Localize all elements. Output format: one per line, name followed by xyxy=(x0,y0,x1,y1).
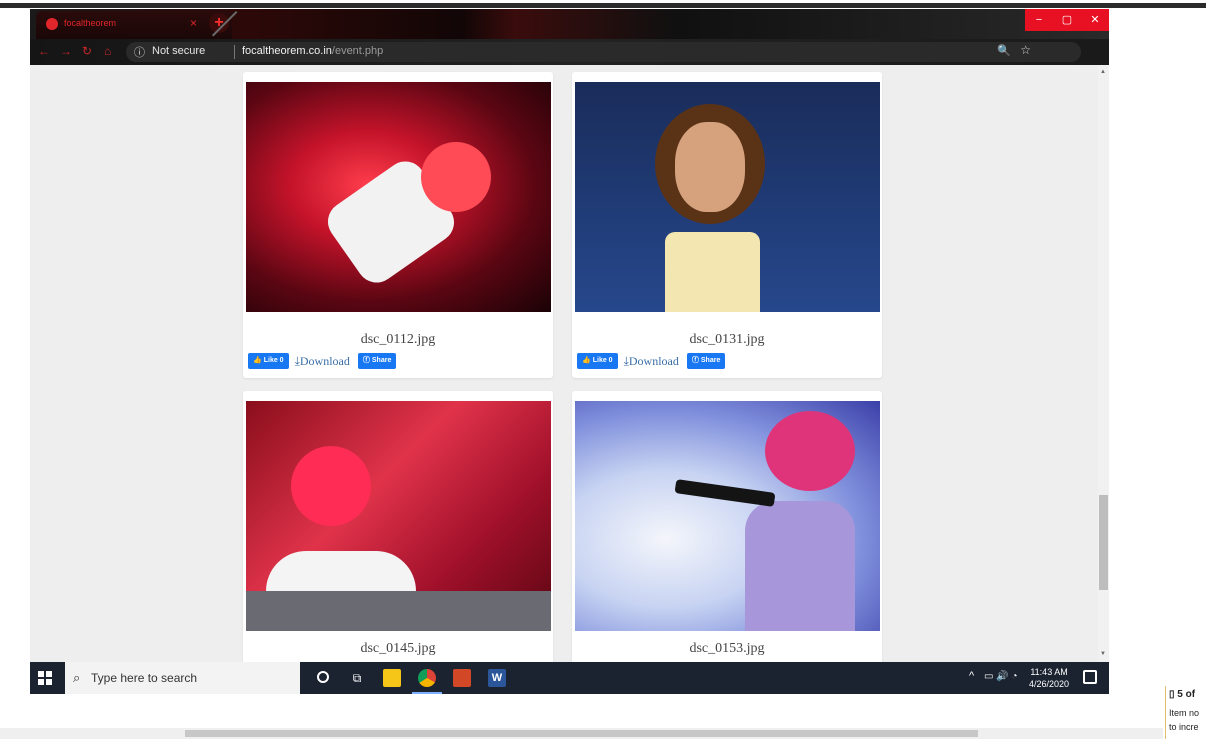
file-explorer-icon[interactable] xyxy=(383,669,401,687)
scroll-down-icon[interactable]: ▼ xyxy=(1100,651,1106,657)
task-view-icon[interactable]: ⧉ xyxy=(348,669,366,687)
gallery-photo[interactable] xyxy=(575,82,880,312)
side-panel-count: 5 of xyxy=(1177,689,1196,700)
notification-icon[interactable] xyxy=(1083,670,1097,684)
browser-tab[interactable]: focaltheorem xyxy=(36,11,232,39)
windows-start-icon[interactable] xyxy=(38,671,52,685)
tab-close-icon[interactable]: × xyxy=(190,16,197,30)
facebook-icon: ⓕ xyxy=(362,357,370,364)
maximize-button[interactable]: ▢ xyxy=(1053,9,1081,31)
side-panel-text: to incre xyxy=(1169,722,1199,732)
gallery-card: dsc_0145.jpg xyxy=(243,391,553,662)
download-label: Download xyxy=(299,353,350,368)
security-label: Not secure xyxy=(152,45,206,57)
tab-title: focaltheorem xyxy=(64,18,117,28)
clock-date: 4/26/2020 xyxy=(1029,679,1070,689)
address-bar[interactable]: ⓘ Not secure focaltheorem.co.in/event.ph… xyxy=(126,42,1081,62)
photo-filename: dsc_0145.jpg xyxy=(360,641,436,656)
facebook-icon: ⓕ xyxy=(691,357,699,364)
search-placeholder: Type here to search xyxy=(91,671,198,685)
like-label: Like 0 xyxy=(592,357,613,364)
search-icon: ⌕ xyxy=(73,670,81,685)
side-panel-text: Item no xyxy=(1169,708,1200,718)
share-button[interactable]: ⓕ Share xyxy=(357,353,397,369)
gallery-photo[interactable] xyxy=(575,401,880,631)
omnibox-separator xyxy=(234,45,235,59)
photo-actions: 👍 Like 0 ⤓Download ⓕ Share xyxy=(248,353,397,369)
horizontal-scrollbar-thumb[interactable] xyxy=(185,730,978,737)
window-controls: − ▢ ✕ xyxy=(1025,9,1109,31)
photo-filename: dsc_0131.jpg xyxy=(689,332,765,347)
like-button[interactable]: 👍 Like 0 xyxy=(577,353,618,369)
chrome-icon[interactable] xyxy=(418,669,436,687)
powerpoint-icon[interactable] xyxy=(453,669,471,687)
thumbs-up-icon: 👍 xyxy=(253,357,262,364)
chevron-up-icon[interactable]: ^ xyxy=(969,670,974,682)
gallery-card: dsc_0153.jpg xyxy=(572,391,882,662)
windows-taskbar: ⌕ Type here to search ⧉ W ^ ▭ 🔊 ◔ 11:43 … xyxy=(30,662,1109,694)
gallery-photo[interactable] xyxy=(246,82,551,312)
scroll-up-icon[interactable]: ▲ xyxy=(1100,69,1106,75)
screenshot-frame: focaltheorem × + − ▢ ✕ ← → ↻ ⌂ ⓘ Not sec… xyxy=(30,9,1109,694)
share-button[interactable]: ⓕ Share xyxy=(686,353,726,369)
back-icon[interactable]: ← xyxy=(38,44,50,58)
share-label: Share xyxy=(371,357,392,364)
minimize-button[interactable]: − xyxy=(1025,9,1053,31)
word-icon[interactable]: W xyxy=(488,669,506,687)
gallery-card: dsc_0131.jpg 👍 Like 0 ⤓Download ⓕ Share xyxy=(572,72,882,378)
close-window-button[interactable]: ✕ xyxy=(1081,9,1109,31)
scrollbar-thumb[interactable] xyxy=(1099,495,1108,590)
url-domain: focaltheorem.co.in xyxy=(242,45,332,57)
top-border xyxy=(0,0,1206,9)
download-link[interactable]: ⤓Download xyxy=(624,354,679,369)
side-panel: ▯ 5 of Item no to incre xyxy=(1165,686,1206,739)
zoom-icon[interactable]: 🔍 xyxy=(997,44,1011,57)
photo-actions: 👍 Like 0 ⤓Download ⓕ Share xyxy=(577,353,726,369)
download-link[interactable]: ⤓Download xyxy=(295,354,350,369)
like-label: Like 0 xyxy=(263,357,284,364)
download-label: Download xyxy=(628,353,679,368)
tab-strip: focaltheorem × + − ▢ ✕ xyxy=(30,9,1109,39)
photo-filename: dsc_0153.jpg xyxy=(689,641,765,656)
photo-filename: dsc_0112.jpg xyxy=(360,332,436,347)
url-text: focaltheorem.co.in/event.php xyxy=(242,45,383,57)
active-app-indicator xyxy=(412,692,442,694)
horizontal-scrollbar[interactable] xyxy=(0,728,1163,739)
taskbar-clock[interactable]: 11:43 AM 4/26/2020 xyxy=(1029,666,1069,690)
share-label: Share xyxy=(700,357,721,364)
favicon-icon xyxy=(46,18,58,30)
page-scrollbar[interactable]: ▲ ▼ xyxy=(1098,65,1109,662)
page-content: dsc_0112.jpg 👍 Like 0 ⤓Download ⓕ Share ds… xyxy=(30,65,1098,662)
clock-time: 11:43 AM xyxy=(1030,667,1068,677)
gallery-photo[interactable] xyxy=(246,401,551,631)
bookmark-star-icon[interactable]: ☆ xyxy=(1020,43,1031,57)
system-tray: ^ ▭ 🔊 ◔ 11:43 AM 4/26/2020 xyxy=(959,662,1109,694)
thumbs-up-icon: 👍 xyxy=(582,357,591,364)
url-path: /event.php xyxy=(331,45,384,57)
like-button[interactable]: 👍 Like 0 xyxy=(248,353,289,369)
tray-status-icons[interactable]: ▭ 🔊 ◔ xyxy=(984,671,1018,682)
cortana-icon[interactable] xyxy=(317,671,329,683)
gallery-card: dsc_0112.jpg 👍 Like 0 ⤓Download ⓕ Share xyxy=(243,72,553,378)
taskbar-search[interactable]: ⌕ Type here to search xyxy=(65,662,300,694)
home-icon[interactable]: ⌂ xyxy=(104,44,111,58)
reload-icon[interactable]: ↻ xyxy=(82,44,92,58)
browser-toolbar: ← → ↻ ⌂ ⓘ Not secure focaltheorem.co.in/… xyxy=(30,39,1109,87)
forward-icon[interactable]: → xyxy=(60,44,72,58)
info-icon[interactable]: ⓘ xyxy=(134,44,145,60)
